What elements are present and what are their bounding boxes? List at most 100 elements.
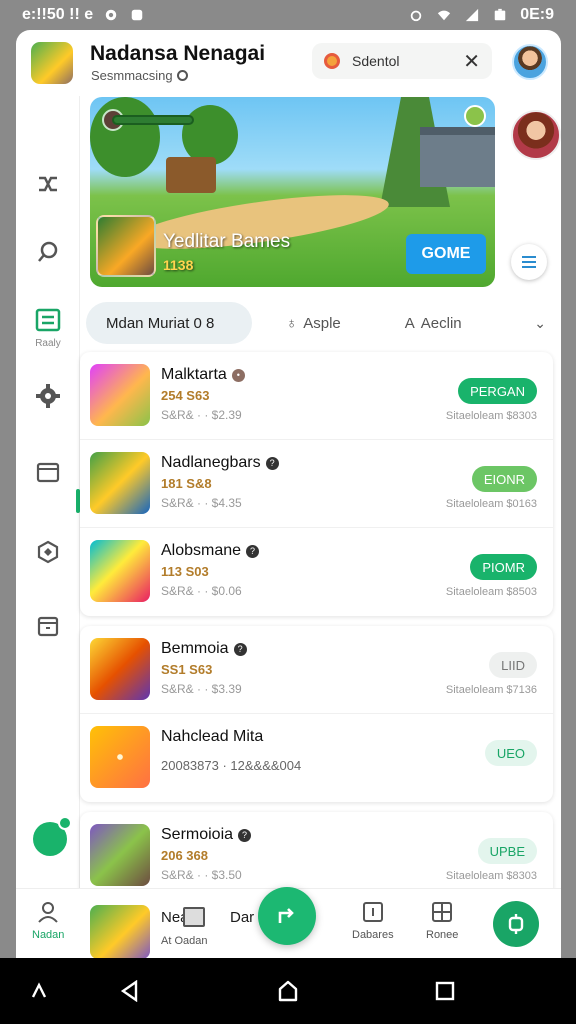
bottom-navigation: Nadan Nea At Oadan Dar Dabares Ronee	[16, 887, 561, 958]
featured-banner[interactable]: Yedlitar Bames 1138 GOME	[90, 97, 495, 287]
wifi-icon	[438, 10, 451, 21]
shuffle-icon[interactable]	[34, 170, 62, 198]
install-button[interactable]: LIID	[489, 652, 537, 678]
install-button[interactable]: PERGAN	[458, 378, 537, 404]
list-item[interactable]: Bemmoia? SS1 S63 S&R& · · $3.39 LIID Sit…	[80, 626, 553, 714]
apple-icon: ♁	[286, 314, 298, 332]
game-title-text: Nadlanegbars	[161, 454, 261, 471]
nav-home[interactable]: Nadan	[32, 901, 64, 941]
rail-active-label: Raaly	[35, 338, 61, 349]
search-icon	[176, 70, 188, 81]
game-thumbnail	[90, 452, 150, 514]
search-rail-icon[interactable]	[34, 238, 62, 266]
game-thumbnail	[90, 638, 150, 700]
game-thumbnail	[90, 364, 150, 426]
system-navigation-bar	[0, 958, 576, 1024]
status-bar: e:!!50 !! e 0E:9	[0, 0, 576, 30]
filter-tabs: Mdan Muriat 0 8 ♁ Asple A Aeclin ⌄	[86, 302, 556, 344]
progress-bar	[112, 115, 194, 125]
search-chip-text: Sdentol	[352, 53, 400, 69]
gear-icon[interactable]	[34, 382, 62, 410]
search-chip[interactable]: Sdentol ✕	[312, 43, 492, 79]
game-price: Sitaeloleam $8503	[445, 586, 537, 598]
back-icon[interactable]	[117, 978, 143, 1004]
game-meta: S&R& · · $0.06	[161, 584, 242, 598]
tab-recent[interactable]: A Aeclin	[405, 302, 462, 344]
recents-icon[interactable]	[432, 978, 458, 1004]
settings-status-icon	[105, 9, 117, 21]
list-item[interactable]: Nadlanegbars? 181 S&8 S&R& · · $4.35 EIO…	[80, 440, 553, 528]
app-logo-icon[interactable]	[31, 42, 73, 84]
game-stat: SS1 S63	[161, 662, 213, 677]
info-icon: ?	[265, 456, 279, 470]
game-meta: S&R& · · $3.50	[161, 868, 242, 882]
notification-icon	[131, 9, 143, 21]
tablet-icon	[183, 907, 205, 927]
game-stat: 254 S63	[161, 388, 210, 403]
profile-icon	[38, 902, 58, 923]
install-button[interactable]: PIOMR	[470, 554, 537, 580]
calendar-icon[interactable]	[34, 612, 62, 640]
list-item[interactable]: Alobsmane? 113 S03 S&R& · · $0.06 PIOMR …	[80, 528, 553, 616]
close-icon[interactable]: ✕	[463, 49, 480, 74]
game-meta: S&R& · · $3.39	[161, 682, 242, 696]
banner-tree	[90, 97, 160, 177]
battery-icon	[494, 8, 506, 21]
leaf-icon	[464, 105, 486, 127]
install-button[interactable]: UPBE	[477, 838, 537, 864]
game-meta: S&R& · · $4.35	[161, 496, 242, 510]
nav-ronee-label: Ronee	[426, 929, 459, 941]
tab-apple-label: Asple	[303, 314, 341, 332]
shield-icon[interactable]	[34, 538, 62, 566]
app-window: Nadansa Nenagai Sesmmacsing Sdentol ✕ Ra…	[16, 30, 561, 958]
nav-dabares[interactable]: Dabares	[352, 901, 394, 941]
game-price: Sitaeloleam $8303	[445, 410, 537, 422]
main-action-button[interactable]	[258, 887, 316, 945]
list-item[interactable]: Sermoioia? 206 368 S&R& · · $3.50 UPBE S…	[80, 812, 553, 900]
alarm-icon	[410, 10, 422, 22]
menu-icon[interactable]	[511, 244, 547, 280]
a-icon: A	[404, 314, 415, 332]
friend-avatar[interactable]	[511, 110, 561, 160]
app-subtitle[interactable]: Sesmmacsing	[91, 68, 188, 83]
gamepad-button[interactable]	[493, 901, 539, 947]
chat-badge-icon	[58, 816, 72, 830]
avatar[interactable]	[512, 44, 548, 80]
game-price: Sitaeloleam $7136	[445, 684, 537, 696]
game-title: Sermoioia?	[161, 826, 252, 844]
badge-icon	[324, 53, 340, 69]
banner-cart	[166, 157, 216, 193]
tab-main[interactable]: Mdan Muriat 0 8	[86, 302, 252, 344]
game-thumbnail	[90, 540, 150, 602]
game-title: Nadlanegbars?	[161, 454, 279, 472]
tab-apple[interactable]: ♁ Asple	[286, 302, 341, 344]
install-button[interactable]: EIONR	[471, 466, 537, 492]
game-title: Nahclead Mita	[161, 728, 263, 746]
game-card: Malktarta • 254 S63 S&R& · · $2.39 PERGAN…	[80, 352, 553, 616]
left-rail: Raaly	[16, 160, 80, 920]
banner-house	[420, 127, 495, 187]
list-item[interactable]: Malktarta • 254 S63 S&R& · · $2.39 PERGAN…	[80, 352, 553, 440]
game-title-text: Bemmoia	[161, 640, 229, 657]
status-left: e:!!50 !! e	[22, 6, 145, 24]
home-icon[interactable]	[275, 978, 301, 1004]
verified-icon: •	[231, 368, 245, 382]
chevron-down-icon[interactable]: ⌄	[534, 315, 546, 332]
game-stat: 20083873 · 12&&&&004	[161, 758, 302, 773]
install-button[interactable]: UEO	[484, 740, 537, 766]
game-title: Alobsmane?	[161, 542, 260, 560]
game-card: Bemmoia? SS1 S63 S&R& · · $3.39 LIID Sit…	[80, 626, 553, 802]
grid-icon	[432, 902, 453, 922]
nav-item2-label: At Oadan	[161, 935, 208, 947]
nav-game-thumbnail[interactable]	[90, 905, 150, 958]
library-icon[interactable]	[34, 306, 62, 334]
banner-play-button[interactable]: GOME	[406, 234, 486, 274]
folder-icon[interactable]	[34, 458, 62, 486]
status-time-right: 0E:9	[520, 6, 554, 23]
game-thumbnail	[90, 824, 150, 886]
game-stat: 206 368	[161, 848, 208, 863]
nav-ronee[interactable]: Ronee	[426, 901, 458, 941]
share-icon	[278, 908, 294, 923]
accessibility-icon[interactable]	[26, 978, 52, 1004]
list-item[interactable]: Nahclead Mita 20083873 · 12&&&&004 UEO	[80, 714, 553, 802]
